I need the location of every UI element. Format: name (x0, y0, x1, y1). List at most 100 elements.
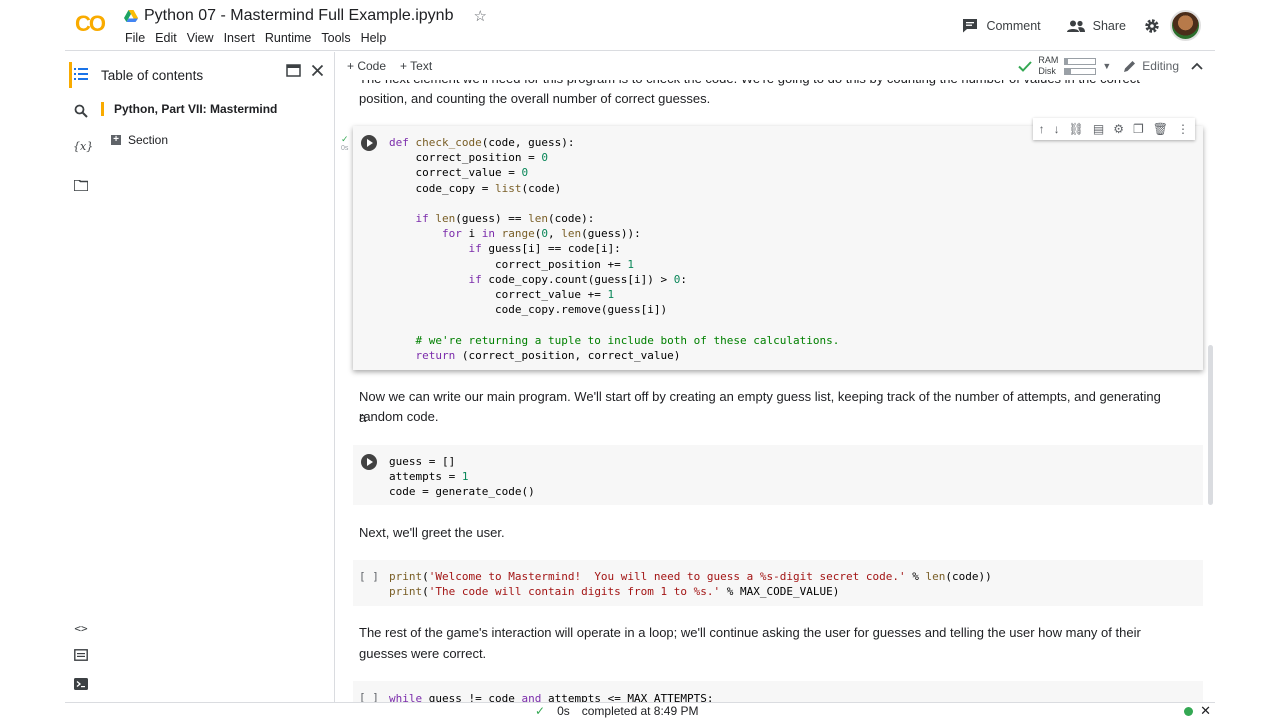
run-cell-button[interactable] (361, 454, 377, 470)
ram-fill (1065, 58, 1068, 64)
code-cell-check-code[interactable]: ↑ ↓ ⛓ ▤ ⚙ ❐ 🗑 ⋮ def check_code(code, gue… (353, 118, 1203, 370)
header: CO Python 07 - Mastermind Full Example.i… (65, 0, 1215, 51)
disk-fill (1065, 68, 1072, 74)
toc-item-section-label: Section (128, 133, 169, 147)
cell-gutter (353, 445, 385, 505)
command-palette-icon[interactable] (73, 649, 89, 665)
code-editor[interactable]: while guess != code and attempts <= MAX_… (389, 691, 714, 702)
status-completed: completed at 8:49 PM (581, 704, 699, 718)
menu-runtime[interactable]: Runtime (260, 31, 317, 45)
menu-file[interactable]: File (120, 31, 150, 45)
notebook-toolbar: + Code + Text RAM Disk ▼ Editing (335, 52, 1215, 80)
share-button[interactable]: Share (1059, 13, 1134, 39)
status-exec-time: 0s (557, 704, 570, 718)
outer-margin-left (0, 0, 65, 720)
ram-label: RAM (1038, 55, 1059, 65)
editing-mode-button[interactable]: Editing (1123, 59, 1179, 73)
comment-icon[interactable]: ▤ (1093, 122, 1104, 136)
comment-icon (963, 19, 978, 33)
notebook-title[interactable]: Python 07 - Mastermind Full Example.ipyn… (144, 7, 453, 25)
add-text-button[interactable]: + Text (400, 59, 432, 73)
add-text-label: Text (410, 59, 433, 73)
share-label: Share (1092, 18, 1126, 33)
toc-item-section[interactable]: + Section (111, 133, 168, 147)
title-row: Python 07 - Mastermind Full Example.ipyn… (124, 7, 487, 25)
execution-status[interactable]: ✓ 0s completed at 8:49 PM (535, 704, 698, 718)
star-icon[interactable]: ☆ (473, 7, 486, 25)
resource-monitor[interactable]: RAM Disk ▼ (1018, 55, 1111, 77)
menu-tools[interactable]: Tools (316, 31, 355, 45)
disk-bar (1064, 67, 1097, 75)
run-cell-button[interactable] (361, 135, 377, 151)
code-cell-setup[interactable]: guess = [] attempts = 1 code = generate_… (353, 445, 1203, 505)
code-editor[interactable]: def check_code(code, guess): correct_pos… (389, 135, 839, 363)
code-snippets-icon[interactable]: <> (73, 622, 89, 638)
colab-logo[interactable]: CO (75, 11, 106, 37)
add-cell-buttons: + Code + Text (347, 59, 432, 73)
text-cell-rest-2[interactable]: guesses were correct. (359, 643, 1169, 664)
toc-list-icon[interactable] (73, 68, 89, 84)
add-code-label: Code (357, 59, 387, 73)
outer-margin-right (1215, 0, 1280, 720)
toolbar-right: RAM Disk ▼ Editing (1018, 55, 1203, 77)
cell-exec-bracket[interactable]: [ ] (359, 570, 379, 583)
text-cell-main-2[interactable]: random code. (359, 406, 1169, 427)
menu-insert[interactable]: Insert (219, 31, 260, 45)
variables-icon[interactable]: {x} (73, 140, 93, 156)
cell-exec-time: 0s (341, 145, 349, 152)
code-editor[interactable]: guess = [] attempts = 1 code = generate_… (389, 454, 535, 500)
menu-help[interactable]: Help (356, 31, 392, 45)
resource-labels: RAM Disk (1038, 55, 1058, 77)
editing-label: Editing (1142, 59, 1179, 73)
code-editor[interactable]: print('Welcome to Mastermind! You will n… (389, 569, 992, 599)
vertical-scrollbar[interactable] (1208, 345, 1213, 505)
move-down-icon[interactable]: ↓ (1054, 122, 1060, 136)
close-icon[interactable]: ✕ (1200, 703, 1211, 719)
runtime-status-dot (1184, 707, 1193, 716)
settings-gear-icon[interactable]: ⚙ (1113, 122, 1124, 136)
code-cell-welcome[interactable]: [ ] print('Welcome to Mastermind! You wi… (353, 560, 1203, 606)
mirror-cell-icon[interactable]: ❐ (1133, 122, 1144, 136)
table-of-contents-panel: Table of contents Python, Part VII: Mast… (97, 52, 335, 720)
text-cell-rest-1[interactable]: The rest of the game's interaction will … (359, 622, 1169, 643)
text-cell-greet[interactable]: Next, we'll greet the user. (359, 522, 1169, 543)
toc-title: Table of contents (101, 68, 204, 83)
close-icon[interactable] (311, 64, 324, 77)
cell-gutter: [ ] (353, 560, 385, 606)
more-vert-icon[interactable]: ⋮ (1177, 122, 1189, 136)
expand-plus-icon[interactable]: + (111, 135, 121, 145)
user-avatar[interactable] (1170, 10, 1201, 41)
menu-view[interactable]: View (182, 31, 219, 45)
disk-label: Disk (1038, 66, 1056, 76)
open-in-tab-icon[interactable] (286, 64, 301, 77)
menu-edit[interactable]: Edit (150, 31, 182, 45)
ram-bar (1064, 57, 1097, 65)
text-cell-top[interactable]: position, and counting the overall numbe… (359, 88, 1169, 109)
chevron-down-icon[interactable]: ▼ (1102, 61, 1111, 71)
people-icon (1066, 20, 1085, 32)
delete-icon[interactable]: 🗑 (1153, 122, 1168, 136)
move-up-icon[interactable]: ↑ (1039, 122, 1045, 136)
drive-icon (124, 10, 138, 22)
rail-active-indicator (69, 62, 72, 88)
terminal-icon[interactable] (73, 678, 89, 694)
header-actions: Comment Share (954, 10, 1201, 41)
code-cell-game-loop[interactable]: [ ] while guess != code and attempts <= … (353, 681, 1203, 702)
resource-bars (1064, 57, 1097, 75)
add-code-button[interactable]: + Code (347, 59, 386, 73)
pencil-icon (1124, 60, 1136, 72)
comment-button[interactable]: Comment (954, 12, 1048, 39)
search-icon[interactable] (73, 104, 89, 120)
cell-exec-status: ✓ 0s (341, 134, 349, 152)
link-icon[interactable]: ⛓ (1069, 122, 1084, 136)
toc-item-mastermind[interactable]: Python, Part VII: Mastermind (101, 102, 277, 116)
chevron-up-icon[interactable] (1191, 62, 1203, 70)
status-bar: ✓ 0s completed at 8:49 PM ✕ (65, 702, 1215, 720)
cell-exec-bracket[interactable]: [ ] (359, 691, 379, 702)
settings-gear-icon[interactable] (1144, 18, 1160, 34)
connected-check-icon (1018, 60, 1033, 72)
colab-window: CO Python 07 - Mastermind Full Example.i… (65, 0, 1215, 720)
left-rail: {x} <> (65, 52, 97, 720)
comment-label: Comment (986, 18, 1041, 33)
folder-icon[interactable] (73, 179, 89, 195)
